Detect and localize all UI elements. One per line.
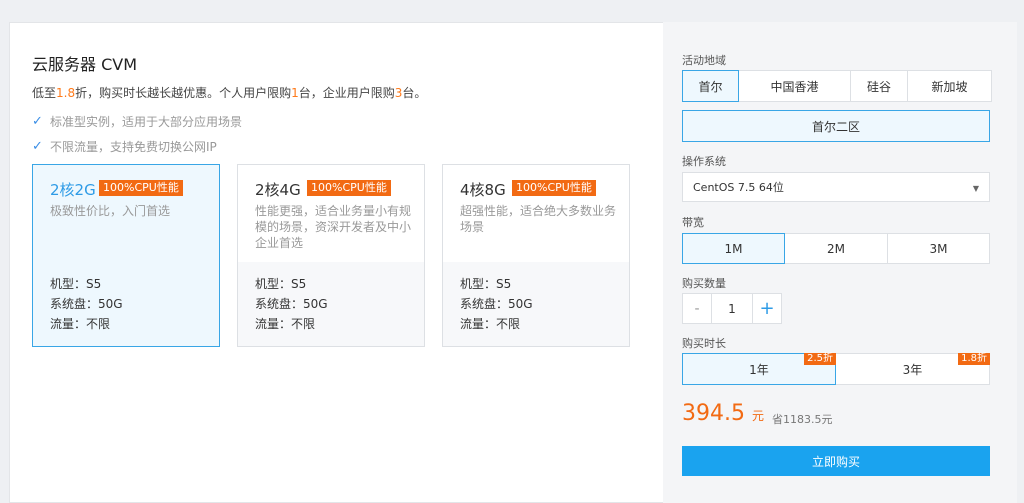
- os-label: 操作系统: [682, 155, 726, 168]
- plan-card-2c2g[interactable]: 2核2G 100%CPU性能 极致性价比，入门首选 机型：S5 系统盘：50G …: [32, 164, 220, 347]
- cpu-badge: 100%CPU性能: [99, 180, 183, 196]
- discount-badge: 1.8折: [958, 353, 990, 365]
- price: 394.5 元: [682, 401, 764, 426]
- check-icon: ✓: [32, 139, 43, 154]
- cpu-badge: 100%CPU性能: [512, 180, 596, 196]
- region-option-singapore[interactable]: 新加坡: [907, 70, 992, 102]
- region-option-hongkong[interactable]: 中国香港: [738, 70, 851, 102]
- plan-cores: 2核4G: [255, 181, 301, 199]
- feature-item: ✓ 不限流量，支持免费切换公网IP: [32, 139, 217, 154]
- plan-desc: 性能更强，适合业务量小有规模的场景，资深开发者及中小企业首选: [255, 204, 412, 250]
- bandwidth-option-2m[interactable]: 2M: [784, 233, 888, 264]
- region-label: 活动地域: [682, 54, 726, 67]
- plan-desc: 超强性能，适合绝大多数业务场景: [460, 204, 617, 234]
- os-value: CentOS 7.5 64位: [693, 181, 784, 194]
- plan-model: 机型：S5: [50, 277, 102, 291]
- check-icon: ✓: [32, 114, 43, 129]
- plan-model: 机型：S5: [460, 277, 512, 291]
- plan-disk: 系统盘：50G: [255, 297, 328, 311]
- plan-traffic: 流量：不限: [50, 317, 111, 331]
- plan-cores: 2核2G: [50, 181, 96, 199]
- duration-option-1y[interactable]: 1年 2.5折: [682, 353, 836, 385]
- quantity-label: 购买数量: [682, 277, 726, 290]
- bandwidth-option-3m[interactable]: 3M: [887, 233, 990, 264]
- plan-desc: 极致性价比，入门首选: [50, 204, 171, 218]
- region-selector: 首尔 中国香港 硅谷 新加坡: [682, 70, 992, 102]
- plan-card-2c4g[interactable]: 2核4G 100%CPU性能 性能更强，适合业务量小有规模的场景，资深开发者及中…: [237, 164, 425, 347]
- plan-traffic: 流量：不限: [255, 317, 316, 331]
- zone-option[interactable]: 首尔二区: [682, 110, 990, 142]
- caret-down-icon: ▼: [972, 184, 979, 193]
- region-option-siliconvalley[interactable]: 硅谷: [850, 70, 908, 102]
- feature-item: ✓ 标准型实例，适用于大部分应用场景: [32, 114, 243, 129]
- bandwidth-selector: 1M 2M 3M: [682, 233, 990, 264]
- plan-cores: 4核8G: [460, 181, 506, 199]
- discount-badge: 2.5折: [804, 353, 836, 365]
- promo-text: 低至1.8折，购买时长越长越优惠。个人用户限购1台，企业用户限购3台。: [32, 86, 427, 100]
- plan-disk: 系统盘：50G: [50, 297, 123, 311]
- plan-traffic: 流量：不限: [460, 317, 521, 331]
- price-unit: 元: [751, 409, 764, 423]
- decrement-button[interactable]: -: [682, 293, 712, 324]
- plan-model: 机型：S5: [255, 277, 307, 291]
- os-select[interactable]: CentOS 7.5 64位 ▼: [682, 172, 990, 202]
- bandwidth-option-1m[interactable]: 1M: [682, 233, 785, 264]
- bandwidth-label: 带宽: [682, 216, 704, 229]
- duration-label-1y: 1年: [749, 362, 769, 377]
- plan-disk: 系统盘：50G: [460, 297, 533, 311]
- duration-label: 购买时长: [682, 337, 726, 350]
- quantity-input[interactable]: 1: [711, 293, 753, 324]
- duration-option-3y[interactable]: 3年 1.8折: [835, 353, 990, 385]
- quantity-stepper: - 1 +: [682, 293, 782, 324]
- plan-card-4c8g[interactable]: 4核8G 100%CPU性能 超强性能，适合绝大多数业务场景 机型：S5 系统盘…: [442, 164, 630, 347]
- buy-now-button[interactable]: 立即购买: [682, 446, 990, 476]
- product-title: 云服务器 CVM: [32, 55, 138, 74]
- duration-selector: 1年 2.5折 3年 1.8折: [682, 353, 990, 385]
- cpu-badge: 100%CPU性能: [307, 180, 391, 196]
- price-value: 394.5: [682, 401, 745, 426]
- duration-label-3y: 3年: [902, 362, 923, 377]
- increment-button[interactable]: +: [752, 293, 782, 324]
- saving-text: 省1183.5元: [772, 413, 833, 426]
- region-option-seoul[interactable]: 首尔: [682, 70, 739, 102]
